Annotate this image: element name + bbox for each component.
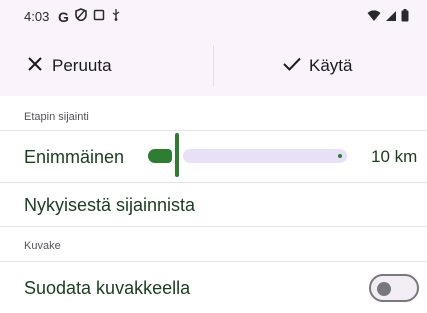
action-divider <box>213 45 214 87</box>
divider <box>0 226 427 227</box>
filter-by-icon-label: Suodata kuvakkeella <box>24 278 191 298</box>
slider-end-dot <box>338 154 342 158</box>
status-icons-left: G <box>58 8 121 26</box>
vpn-icon <box>75 8 87 26</box>
status-icons-right <box>367 9 409 27</box>
cancel-button[interactable]: Peruuta <box>28 36 112 96</box>
section-header-location: Etapin sijainti <box>24 111 89 123</box>
distance-slider-track[interactable] <box>183 149 347 163</box>
divider <box>0 182 427 183</box>
distance-slider-fill <box>148 149 172 163</box>
wifi-icon <box>367 9 381 27</box>
screen-icon <box>93 8 105 26</box>
battery-icon <box>401 9 409 27</box>
section-header-icon: Kuvake <box>24 240 61 252</box>
divider <box>0 130 427 131</box>
toggle-knob <box>377 282 391 296</box>
usb-icon <box>111 8 121 26</box>
filter-by-icon-toggle[interactable] <box>369 274 419 302</box>
apply-label: Käytä <box>309 56 353 75</box>
status-time: 4:03 <box>24 9 50 24</box>
action-bar: Peruuta Käytä <box>0 36 427 96</box>
check-icon <box>283 56 301 76</box>
apply-button[interactable]: Käytä <box>283 36 352 96</box>
close-icon <box>28 56 42 76</box>
google-icon: G <box>58 9 69 25</box>
slider-value: 10 km <box>371 147 418 166</box>
status-bar: 4:03 G <box>0 0 427 36</box>
signal-icon <box>385 9 397 27</box>
distance-slider-thumb[interactable] <box>175 133 179 177</box>
current-location-option[interactable]: Nykyisestä sijainnista <box>24 195 195 216</box>
cancel-label: Peruuta <box>52 56 112 75</box>
max-distance-label: Enimmäinen <box>24 147 125 167</box>
divider <box>0 261 427 262</box>
